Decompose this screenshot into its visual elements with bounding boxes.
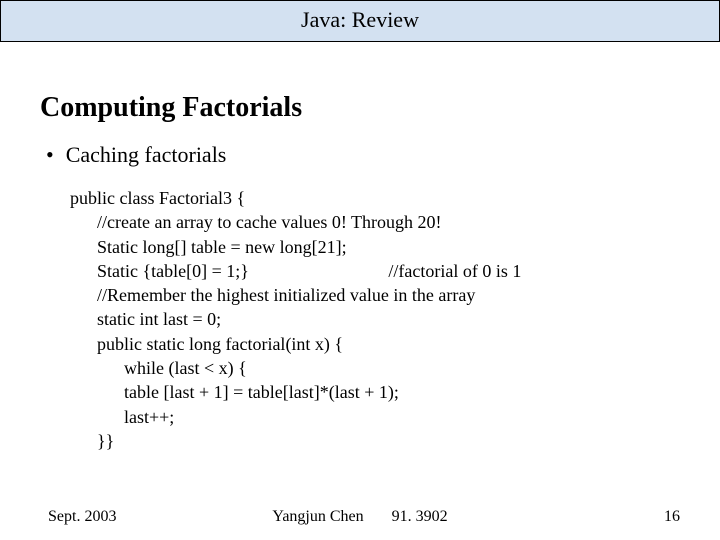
- code-line: while (last < x) {: [70, 356, 680, 380]
- title-bar: Java: Review: [0, 0, 720, 42]
- footer-date: Sept. 2003: [48, 508, 116, 526]
- code-line: //Remember the highest initialized value…: [70, 283, 680, 307]
- code-line: table [last + 1] = table[last]*(last + 1…: [70, 380, 680, 404]
- code-line: Static {table[0] = 1;} //factorial of 0 …: [70, 259, 680, 283]
- code-line: last++;: [70, 405, 680, 429]
- code-block: public class Factorial3 { //create an ar…: [40, 186, 680, 453]
- code-line: static int last = 0;: [70, 307, 680, 331]
- code-line: public class Factorial3 {: [70, 186, 680, 210]
- code-line: //create an array to cache values 0! Thr…: [70, 210, 680, 234]
- page-number: 16: [664, 508, 680, 526]
- footer-author: Yangjun Chen 91. 3902: [272, 508, 447, 526]
- slide-heading: Computing Factorials: [40, 92, 680, 124]
- code-line: Static long[] table = new long[21];: [70, 235, 680, 259]
- content-area: Computing Factorials • Caching factorial…: [0, 42, 720, 453]
- footer: Sept. 2003 Yangjun Chen 91. 3902 16: [0, 508, 720, 526]
- code-line: public static long factorial(int x) {: [70, 332, 680, 356]
- page-title: Java: Review: [301, 7, 419, 32]
- code-line: }}: [70, 429, 680, 453]
- bullet-text: Caching factorials: [66, 142, 227, 168]
- bullet-dot: •: [46, 142, 54, 168]
- bullet-item: • Caching factorials: [40, 142, 680, 168]
